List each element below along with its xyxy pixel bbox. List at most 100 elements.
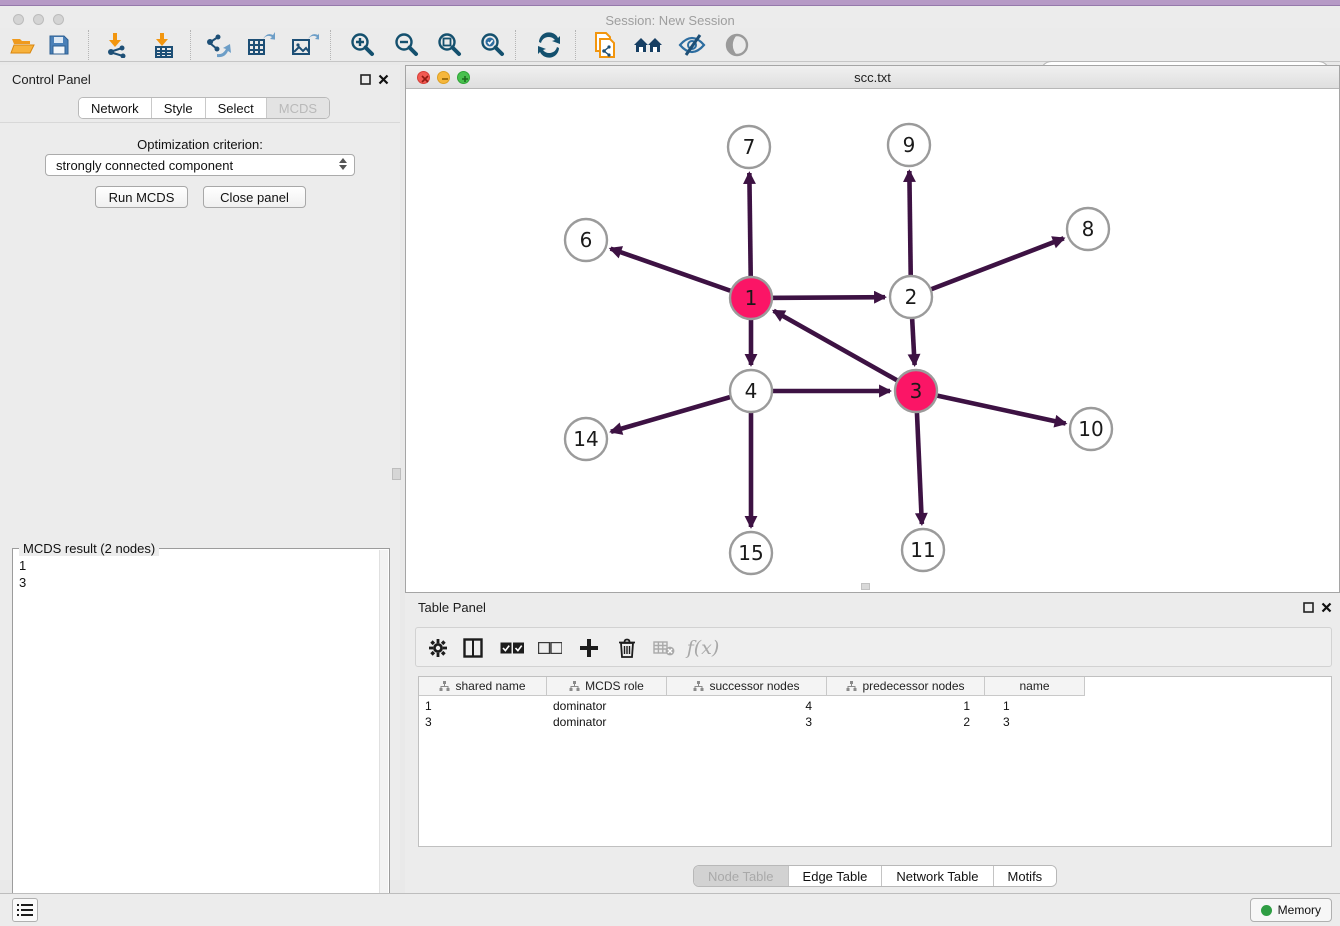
node-label-2: 2	[905, 285, 918, 309]
zoom-fit-icon[interactable]	[432, 31, 466, 59]
float-table-panel-icon[interactable]	[1302, 601, 1315, 614]
attribute-icon	[846, 681, 857, 692]
export-image-icon[interactable]	[288, 31, 322, 59]
control-panel: Control Panel NetworkStyleSelectMCDS Opt…	[0, 65, 400, 880]
canvas-hscrollbar[interactable]	[861, 583, 870, 590]
save-session-icon[interactable]	[42, 31, 76, 59]
column-header-MCDS-role[interactable]: MCDS role	[547, 677, 667, 696]
cell-predecessor-nodes: 2	[827, 714, 985, 730]
cell-MCDS-role: dominator	[547, 698, 667, 714]
cell-successor-nodes: 3	[667, 714, 827, 730]
table-row[interactable]: 1dominator411	[419, 698, 1085, 714]
edge-3-10[interactable]	[916, 391, 1066, 423]
node-label-7: 7	[743, 135, 756, 159]
network-window-titlebar[interactable]: scc.txt	[406, 66, 1339, 89]
cell-name: 1	[985, 698, 1085, 714]
function-builder-icon[interactable]: f(x)	[688, 634, 718, 662]
close-panel-button[interactable]: Close panel	[203, 186, 306, 208]
toggle-columns-icon[interactable]	[458, 634, 488, 662]
zoom-out-icon[interactable]	[389, 31, 423, 59]
column-header-shared-name[interactable]: shared name	[419, 677, 547, 696]
control-panel-title: Control Panel	[12, 72, 91, 87]
memory-button[interactable]: Memory	[1250, 898, 1332, 922]
table-row[interactable]: 3dominator323	[419, 714, 1085, 730]
tab-network[interactable]: Network	[79, 98, 152, 119]
cell-shared-name: 1	[419, 698, 547, 714]
task-history-button[interactable]	[12, 898, 38, 922]
app-title: Session: New Session	[0, 13, 1340, 28]
column-label: predecessor nodes	[862, 679, 964, 693]
attribute-icon	[693, 681, 704, 692]
tab-mcds[interactable]: MCDS	[267, 98, 329, 119]
edge-2-8[interactable]	[911, 238, 1064, 297]
delete-column-icon[interactable]	[612, 634, 642, 662]
apply-layout-icon[interactable]	[532, 31, 566, 59]
select-all-icon[interactable]	[497, 634, 527, 662]
mcds-tab-content: Optimization criterion: strongly connect…	[0, 122, 400, 880]
tab-node-table[interactable]: Node Table	[694, 866, 789, 887]
table-panel-header: Table Panel	[405, 593, 1340, 621]
memory-status-icon	[1261, 905, 1272, 916]
run-mcds-button[interactable]: Run MCDS	[95, 186, 188, 208]
tab-network-table[interactable]: Network Table	[882, 866, 993, 887]
node-table: shared nameMCDS role successor nodes prede…	[418, 676, 1332, 847]
optimization-criterion-label: Optimization criterion:	[0, 137, 400, 152]
attribute-icon	[569, 681, 580, 692]
open-session-icon[interactable]	[6, 31, 40, 59]
node-label-3: 3	[910, 379, 923, 403]
deselect-all-icon[interactable]	[535, 634, 565, 662]
tab-edge-table[interactable]: Edge Table	[789, 866, 883, 887]
zoom-in-icon[interactable]	[345, 31, 379, 59]
edge-3-1[interactable]	[774, 311, 916, 391]
tab-style[interactable]: Style	[152, 98, 206, 119]
result-scrollbar[interactable]	[379, 550, 388, 926]
tab-select[interactable]: Select	[206, 98, 267, 119]
mcds-result-box: MCDS result (2 nodes) 1 3	[12, 548, 390, 926]
import-network-icon[interactable]	[100, 31, 134, 59]
hide-selected-icon[interactable]	[675, 31, 709, 59]
network-canvas[interactable]: 1234678910111415	[406, 89, 1339, 592]
main-toolbar	[0, 28, 1340, 62]
close-table-panel-icon[interactable]	[1320, 601, 1333, 614]
table-settings-icon[interactable]	[423, 634, 453, 662]
export-network-icon[interactable]	[200, 31, 234, 59]
table-panel-tabs: Node TableEdge TableNetwork TableMotifs	[693, 865, 1057, 887]
column-header-successor-nodes[interactable]: successor nodes	[667, 677, 827, 696]
edge-1-6[interactable]	[611, 249, 751, 298]
cell-MCDS-role: dominator	[547, 714, 667, 730]
close-panel-icon[interactable]	[377, 73, 390, 86]
application-window: Session: New Session	[0, 0, 1340, 926]
cell-name: 3	[985, 714, 1085, 730]
mcds-result-text[interactable]: 1 3	[19, 557, 26, 591]
list-icon	[17, 903, 33, 917]
app-titlebar: Session: New Session	[0, 6, 1340, 28]
toolbar-separator	[190, 30, 191, 60]
toolbar-separator	[330, 30, 331, 60]
zoom-selected-icon[interactable]	[475, 31, 509, 59]
node-label-8: 8	[1082, 217, 1095, 241]
column-label: successor nodes	[709, 679, 799, 693]
control-panel-header: Control Panel	[0, 65, 400, 93]
import-table-icon[interactable]	[147, 31, 181, 59]
network-view-window: scc.txt 1234678910111415	[405, 65, 1340, 593]
column-header-predecessor-nodes[interactable]: predecessor nodes	[827, 677, 985, 696]
status-bar: Memory	[0, 893, 1340, 926]
node-label-15: 15	[738, 541, 763, 565]
table-panel-title: Table Panel	[418, 600, 486, 615]
mcds-result-title: MCDS result (2 nodes)	[19, 541, 159, 556]
column-header-name[interactable]: name	[985, 677, 1085, 696]
add-column-icon[interactable]	[574, 634, 604, 662]
control-panel-tabs: NetworkStyleSelectMCDS	[78, 97, 330, 119]
criterion-select[interactable]: strongly connected component	[45, 154, 355, 176]
tab-motifs[interactable]: Motifs	[994, 866, 1057, 887]
network-title: scc.txt	[406, 70, 1339, 85]
show-all-icon[interactable]	[720, 31, 754, 59]
delete-table-icon[interactable]	[649, 634, 679, 662]
clone-network-icon[interactable]	[588, 31, 622, 59]
criterion-value: strongly connected component	[56, 158, 233, 173]
export-table-icon[interactable]	[244, 31, 278, 59]
float-panel-icon[interactable]	[359, 73, 372, 86]
node-label-11: 11	[910, 538, 935, 562]
first-neighbors-icon[interactable]	[631, 31, 665, 59]
panel-splitter-handle[interactable]	[392, 468, 401, 480]
